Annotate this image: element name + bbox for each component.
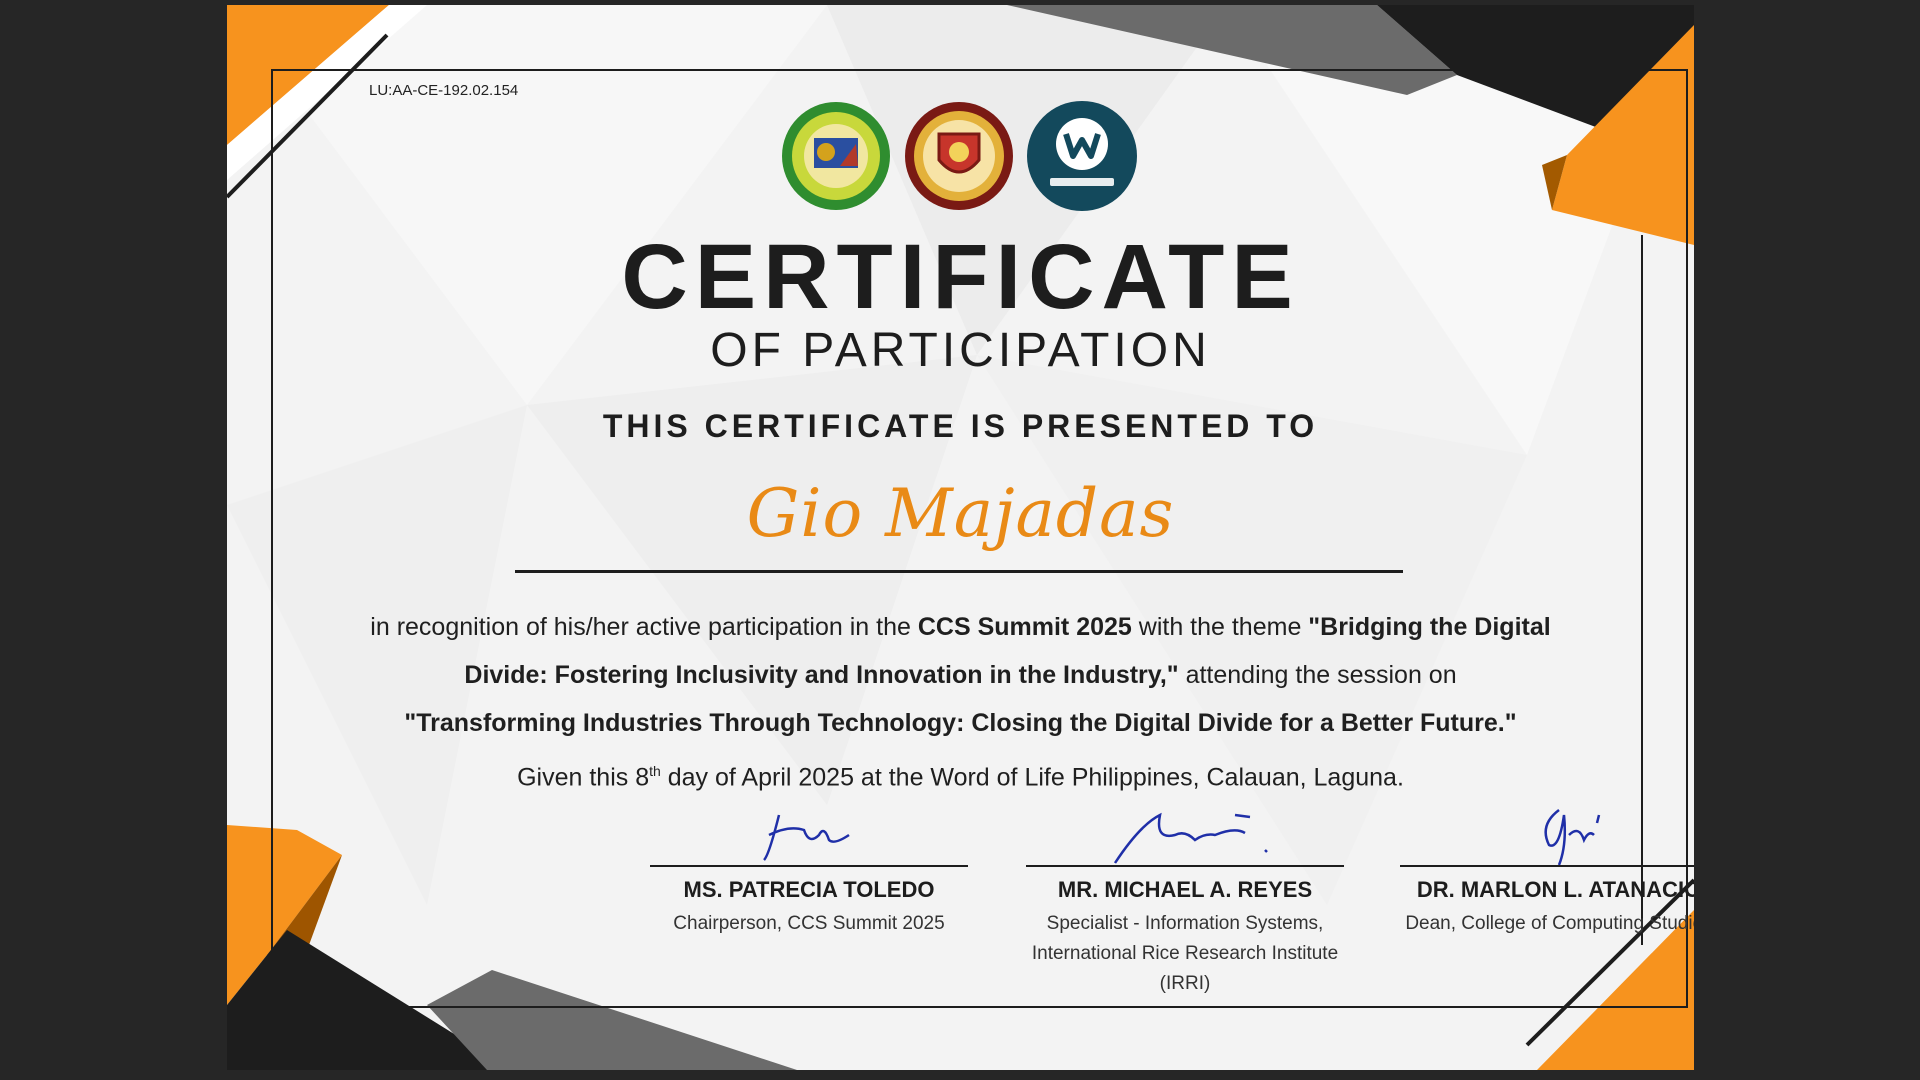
certificate-title: CERTIFICATE	[621, 226, 1300, 328]
recognition-intro: in recognition of his/her active partici…	[370, 613, 918, 641]
session-title: "Transforming Industries Through Technol…	[404, 709, 1517, 737]
control-code: LU:AA-CE-192.02.154	[369, 82, 519, 99]
signatory-name: MS. PATRECIA TOLEDO	[683, 877, 935, 902]
given-prefix: Given this 8	[517, 763, 650, 792]
session-intro: attending the session on	[1178, 661, 1457, 689]
given-ordinal: th	[649, 763, 661, 779]
recipient-underline	[515, 570, 1403, 573]
signatory-block: MS. PATRECIA TOLEDO Chairperson, CCS Sum…	[644, 805, 974, 939]
signature-line	[650, 865, 968, 867]
signatory-role: Chairperson, CCS Summit 2025	[673, 913, 945, 934]
signature-icon	[1544, 809, 1601, 865]
signatory-role: Specialist - Information Systems,	[1046, 913, 1324, 934]
signatory-name: MR. MICHAEL A. REYES	[1057, 877, 1313, 902]
certificate-subtitle: OF PARTICIPATION	[710, 324, 1211, 377]
signatory-block: DR. MARLON L. ATANACIO Dean, College of …	[1394, 805, 1694, 939]
signature-icon	[1113, 812, 1268, 864]
signatory-name: DR. MARLON L. ATANACIO	[1416, 877, 1694, 902]
given-date-location: Given this 8th day of April 2025 at the …	[227, 763, 1694, 792]
presented-to-heading: THIS CERTIFICATE IS PRESENTED TO	[602, 408, 1319, 444]
event-name: CCS Summit 2025	[917, 613, 1132, 641]
signatory-role-line-2: International Rice Research Institute (I…	[1031, 943, 1339, 994]
given-suffix: day of April 2025 at the Word of Life Ph…	[660, 763, 1404, 792]
signatory-role: Dean, College of Computing Studies	[1405, 913, 1694, 934]
logo-row	[227, 100, 1694, 216]
signatory-block: MR. MICHAEL A. REYES Specialist - Inform…	[1020, 805, 1350, 999]
signature-icon	[763, 814, 850, 861]
certificate-page: LU:AA-CE-192.02.154 CERTIFICATE OF PARTI…	[227, 5, 1694, 1070]
recognition-text: in recognition of his/her active partici…	[347, 603, 1574, 747]
signature-line	[1026, 865, 1344, 867]
theme-intro: with the theme	[1131, 613, 1309, 641]
signature-line	[1400, 865, 1694, 867]
recipient-name: Gio Majadas	[746, 475, 1175, 552]
laguna-university-seal-icon	[782, 102, 890, 210]
college-of-computing-studies-seal-icon	[905, 102, 1013, 210]
word-of-life-logo-icon	[1027, 101, 1137, 211]
